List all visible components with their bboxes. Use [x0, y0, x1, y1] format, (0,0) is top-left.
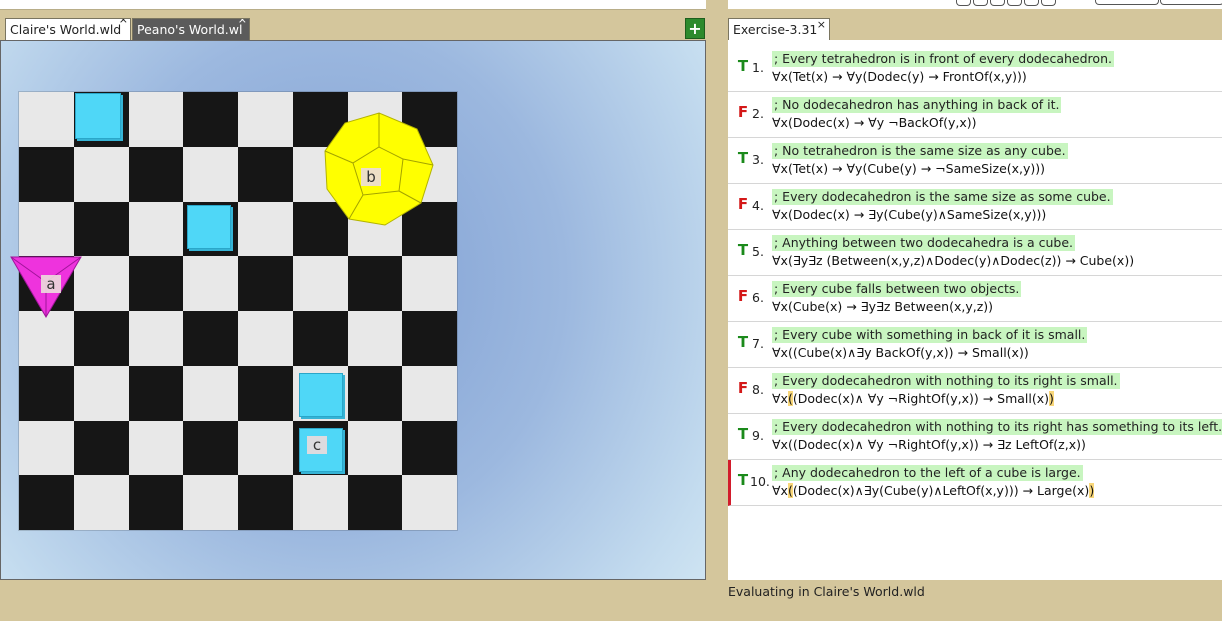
- verdict-false: F: [737, 287, 749, 305]
- sentence-comment: ; Every tetrahedron is in front of every…: [772, 51, 1114, 67]
- sentence-row[interactable]: F 2. ; No dodecahedron has anything in b…: [728, 92, 1222, 138]
- cube-object[interactable]: [299, 373, 343, 417]
- close-icon[interactable]: ×: [238, 19, 247, 26]
- sentence-number: 5.: [752, 244, 764, 259]
- sentence-formula[interactable]: ∀x(Cube(x) → ∃y∃z Between(x,y,z)): [772, 299, 993, 315]
- tab-label: Claire's World.wld: [10, 22, 122, 37]
- sentence-number: 4.: [752, 198, 764, 213]
- sentence-formula[interactable]: ∀x(Tet(x) → ∀y(Cube(y) → ¬SameSize(x,y))…: [772, 161, 1045, 177]
- sentence-number: 7.: [752, 336, 764, 351]
- world-canvas[interactable]: c b a: [0, 40, 706, 580]
- sentence-formula[interactable]: ∀x(∃y∃z (Between(x,y,z)∧Dodec(y)∧Dodec(z…: [772, 253, 1134, 269]
- verdict-true: T: [737, 241, 749, 259]
- sentence-number: 10.: [750, 474, 770, 489]
- toolbar-button[interactable]: [990, 0, 1005, 6]
- sentence-row[interactable]: F 4. ; Every dodecahedron is the same si…: [728, 184, 1222, 230]
- formula-text: ∀x: [772, 483, 788, 498]
- sentence-comment: ; Every dodecahedron with nothing to its…: [772, 419, 1222, 435]
- formula-text: (Dodec(x)∧∃y(Cube(y)∧LeftOf(x,y))) → Lar…: [792, 483, 1090, 498]
- matched-paren: ): [1049, 391, 1054, 406]
- sentence-comment: ; Anything between two dodecahedra is a …: [772, 235, 1075, 251]
- object-label-b: b: [361, 168, 381, 186]
- verdict-true: T: [737, 333, 749, 351]
- status-text: Evaluating in Claire's World.wld: [728, 584, 925, 599]
- sentence-number: 3.: [752, 152, 764, 167]
- sentence-formula[interactable]: ∀x((Cube(x)∧∃y BackOf(y,x)) → Small(x)): [772, 345, 1029, 361]
- sentence-comment: ; No dodecahedron has anything in back o…: [772, 97, 1062, 113]
- verdict-false: F: [737, 103, 749, 121]
- sentence-row[interactable]: T 5. ; Anything between two dodecahedra …: [728, 230, 1222, 276]
- cube-object[interactable]: [187, 205, 231, 249]
- sentence-row[interactable]: F 6. ; Every cube falls between two obje…: [728, 276, 1222, 322]
- top-panel-remnant-left: [0, 0, 706, 10]
- toolbar-button-wide[interactable]: [1095, 0, 1159, 5]
- sentence-formula[interactable]: ∀x(Tet(x) → ∀y(Dodec(y) → FrontOf(x,y))): [772, 69, 1027, 85]
- toolbar-button[interactable]: [1041, 0, 1056, 6]
- matched-paren: ): [1089, 483, 1095, 498]
- verdict-true: T: [737, 425, 749, 443]
- sentence-comment: ; Every cube with something in back of i…: [772, 327, 1088, 343]
- sentence-comment: ; Any dodecahedron to the left of a cube…: [772, 465, 1083, 481]
- sentence-number: 2.: [752, 106, 764, 121]
- sentence-formula[interactable]: ∀x((Dodec(x)∧∃y(Cube(y)∧LeftOf(x,y))) → …: [772, 483, 1095, 499]
- verdict-true: T: [737, 57, 749, 75]
- sentence-row-selected[interactable]: T 10. ; Any dodecahedron to the left of …: [728, 460, 1222, 506]
- sentence-row[interactable]: T 3. ; No tetrahedron is the same size a…: [728, 138, 1222, 184]
- sentence-formula[interactable]: ∀x(Dodec(x) → ∀y ¬BackOf(y,x)): [772, 115, 977, 131]
- verdict-true: T: [737, 149, 749, 167]
- formula-text: ∀x: [772, 391, 788, 406]
- sentence-row[interactable]: T 7. ; Every cube with something in back…: [728, 322, 1222, 368]
- toolbar-button[interactable]: [1007, 0, 1022, 6]
- sentence-row[interactable]: T 1. ; Every tetrahedron is in front of …: [728, 46, 1222, 92]
- verdict-false: F: [737, 195, 749, 213]
- sentence-list: T 1. ; Every tetrahedron is in front of …: [728, 40, 1222, 580]
- toolbar-button[interactable]: [1024, 0, 1039, 6]
- close-icon[interactable]: ×: [817, 14, 826, 36]
- sentence-number: 6.: [752, 290, 764, 305]
- toolbar-button[interactable]: [973, 0, 988, 6]
- cube-object[interactable]: [75, 93, 121, 139]
- sentence-comment: ; Every dodecahedron with nothing to its…: [772, 373, 1120, 389]
- verdict-true: T: [737, 471, 749, 489]
- add-world-button[interactable]: +: [685, 18, 705, 39]
- formula-text: (Dodec(x)∧ ∀y ¬RightOf(y,x)) → Small(x): [792, 391, 1050, 406]
- sentence-number: 1.: [752, 60, 764, 75]
- close-icon[interactable]: ×: [119, 19, 128, 26]
- sentence-formula[interactable]: ∀x((Dodec(x)∧ ∀y ¬RightOf(y,x)) → ∃z Lef…: [772, 437, 1086, 453]
- object-label-a: a: [41, 275, 61, 293]
- toolbar-button[interactable]: [956, 0, 971, 6]
- sentence-comment: ; No tetrahedron is the same size as any…: [772, 143, 1068, 159]
- sentence-comment: ; Every dodecahedron is the same size as…: [772, 189, 1113, 205]
- sentence-row[interactable]: T 9. ; Every dodecahedron with nothing t…: [728, 414, 1222, 460]
- sentence-row[interactable]: F 8. ; Every dodecahedron with nothing t…: [728, 368, 1222, 414]
- sentence-formula[interactable]: ∀x(Dodec(x) → ∃y(Cube(y)∧SameSize(x,y))): [772, 207, 1046, 223]
- tab-claires-world[interactable]: Claire's World.wld ×: [5, 18, 131, 40]
- tab-label: Peano's World.wl: [137, 22, 243, 37]
- sentence-formula[interactable]: ∀x((Dodec(x)∧ ∀y ¬RightOf(y,x)) → Small(…: [772, 391, 1054, 407]
- sentence-number: 8.: [752, 382, 764, 397]
- object-label-c: c: [307, 436, 327, 454]
- verdict-false: F: [737, 379, 749, 397]
- tab-exercise[interactable]: Exercise-3.31 ×: [728, 18, 830, 40]
- toolbar-button-wide[interactable]: [1160, 0, 1222, 5]
- tab-label: Exercise-3.31: [733, 22, 818, 37]
- toolbar-mini-buttons: [956, 0, 1056, 6]
- sentence-number: 9.: [752, 428, 764, 443]
- sentence-comment: ; Every cube falls between two objects.: [772, 281, 1022, 297]
- tab-peanos-world[interactable]: Peano's World.wl ×: [132, 18, 250, 40]
